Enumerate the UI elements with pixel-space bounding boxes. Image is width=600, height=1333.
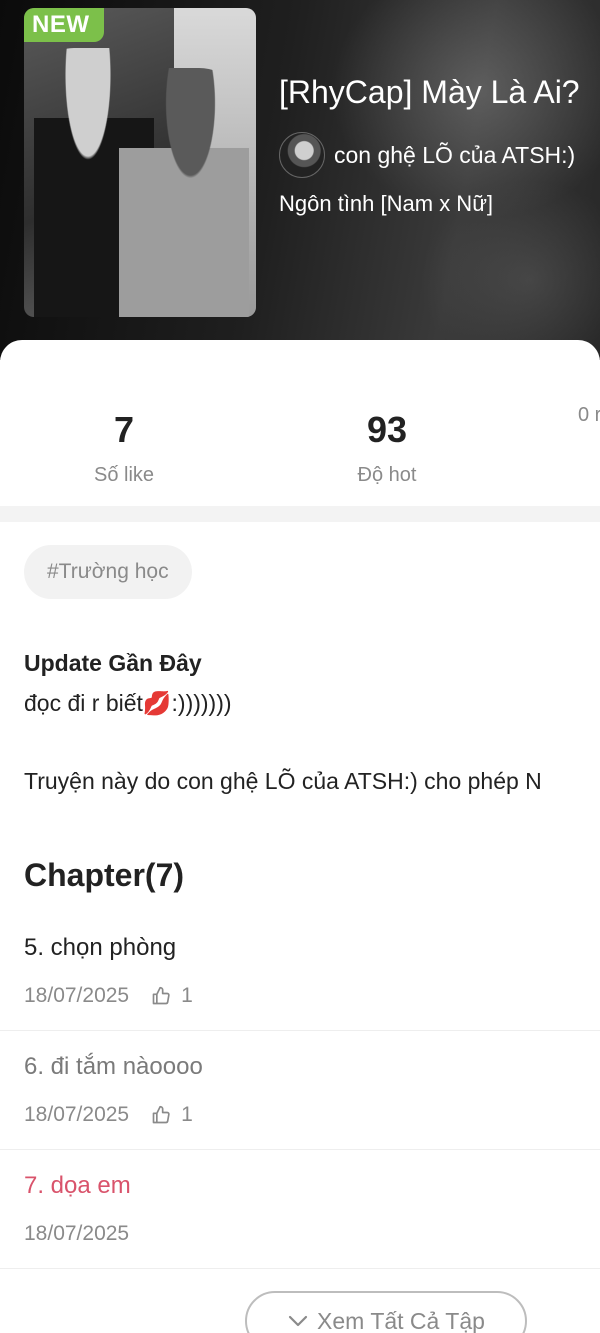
chapter-date: 18/07/2025 [24, 1103, 130, 1126]
story-cover-image[interactable] [24, 8, 256, 317]
story-genre: Ngôn tình [Nam x Nữ] [279, 191, 494, 216]
chapter-title[interactable]: 5. chọn phòng [24, 934, 176, 962]
stats-row: 7 Số like 93 Độ hot 0 r [0, 400, 600, 510]
new-badge: NEW [24, 8, 104, 42]
section-divider [0, 506, 600, 522]
story-detail-card: 7 Số like 93 Độ hot 0 r #Trường học Upda… [0, 340, 600, 1333]
stat-value: 7 [113, 409, 135, 450]
story-title: [RhyCap] Mày Là Ai? [279, 74, 580, 110]
view-all-label: Xem Tất Cả Tập [317, 1307, 485, 1333]
story-header: NEW [RhyCap] Mày Là Ai? con ghệ LÕ của A… [0, 0, 600, 360]
update-text: đọc đi r biết💋:))))))) [24, 690, 232, 716]
stat-value: 93 [366, 409, 408, 450]
stat-partial: 0 r [578, 400, 600, 427]
thumbs-up-icon [152, 986, 170, 1005]
chapter-title[interactable]: 7. dọa em [24, 1172, 131, 1200]
stat-hot: 93 Độ hot [337, 400, 437, 487]
like-count: 1 [181, 984, 193, 1007]
chapter-date: 18/07/2025 [24, 1222, 130, 1245]
chapter-list: 5. chọn phòng 18/07/2025 1 6. đi tắm nào… [0, 912, 600, 1269]
thumbs-up-icon [152, 1105, 170, 1124]
chapter-title[interactable]: 6. đi tắm nàoooo [24, 1053, 203, 1081]
tag-chip[interactable]: #Trường học [24, 545, 192, 599]
author-name[interactable]: con ghệ LÕ của ATSH:) [334, 142, 575, 169]
cover-figure-right [119, 68, 249, 317]
author-link[interactable]: con ghệ LÕ của ATSH:) [279, 132, 575, 178]
stat-label: Độ hot [357, 464, 417, 486]
view-all-chapters-button[interactable]: Xem Tất Cả Tập [245, 1291, 527, 1333]
chapter-likes: 1 [151, 984, 193, 1008]
permission-notice: Truyện này do con ghệ LÕ của ATSH:) cho … [24, 768, 542, 794]
chapter-date: 18/07/2025 [24, 984, 130, 1007]
chapter-item[interactable]: 5. chọn phòng 18/07/2025 1 [0, 912, 600, 1031]
stat-label: 0 r [578, 404, 600, 426]
stat-likes: 7 Số like [74, 400, 174, 487]
chapter-heading: Chapter(7) [24, 857, 185, 893]
chapter-item[interactable]: 6. đi tắm nàoooo 18/07/2025 1 [0, 1031, 600, 1150]
chapter-likes: 1 [151, 1103, 193, 1127]
chapter-meta: 18/07/2025 1 [24, 984, 193, 1008]
author-avatar[interactable] [279, 132, 325, 178]
chapter-meta: 18/07/2025 1 [24, 1103, 193, 1127]
like-count: 1 [181, 1103, 193, 1126]
stat-label: Số like [93, 464, 155, 486]
chapter-item[interactable]: 7. dọa em 18/07/2025 [0, 1150, 600, 1269]
chapter-meta: 18/07/2025 [24, 1222, 129, 1246]
update-heading: Update Gần Đây [24, 650, 202, 676]
chevron-down-icon [288, 1315, 308, 1327]
